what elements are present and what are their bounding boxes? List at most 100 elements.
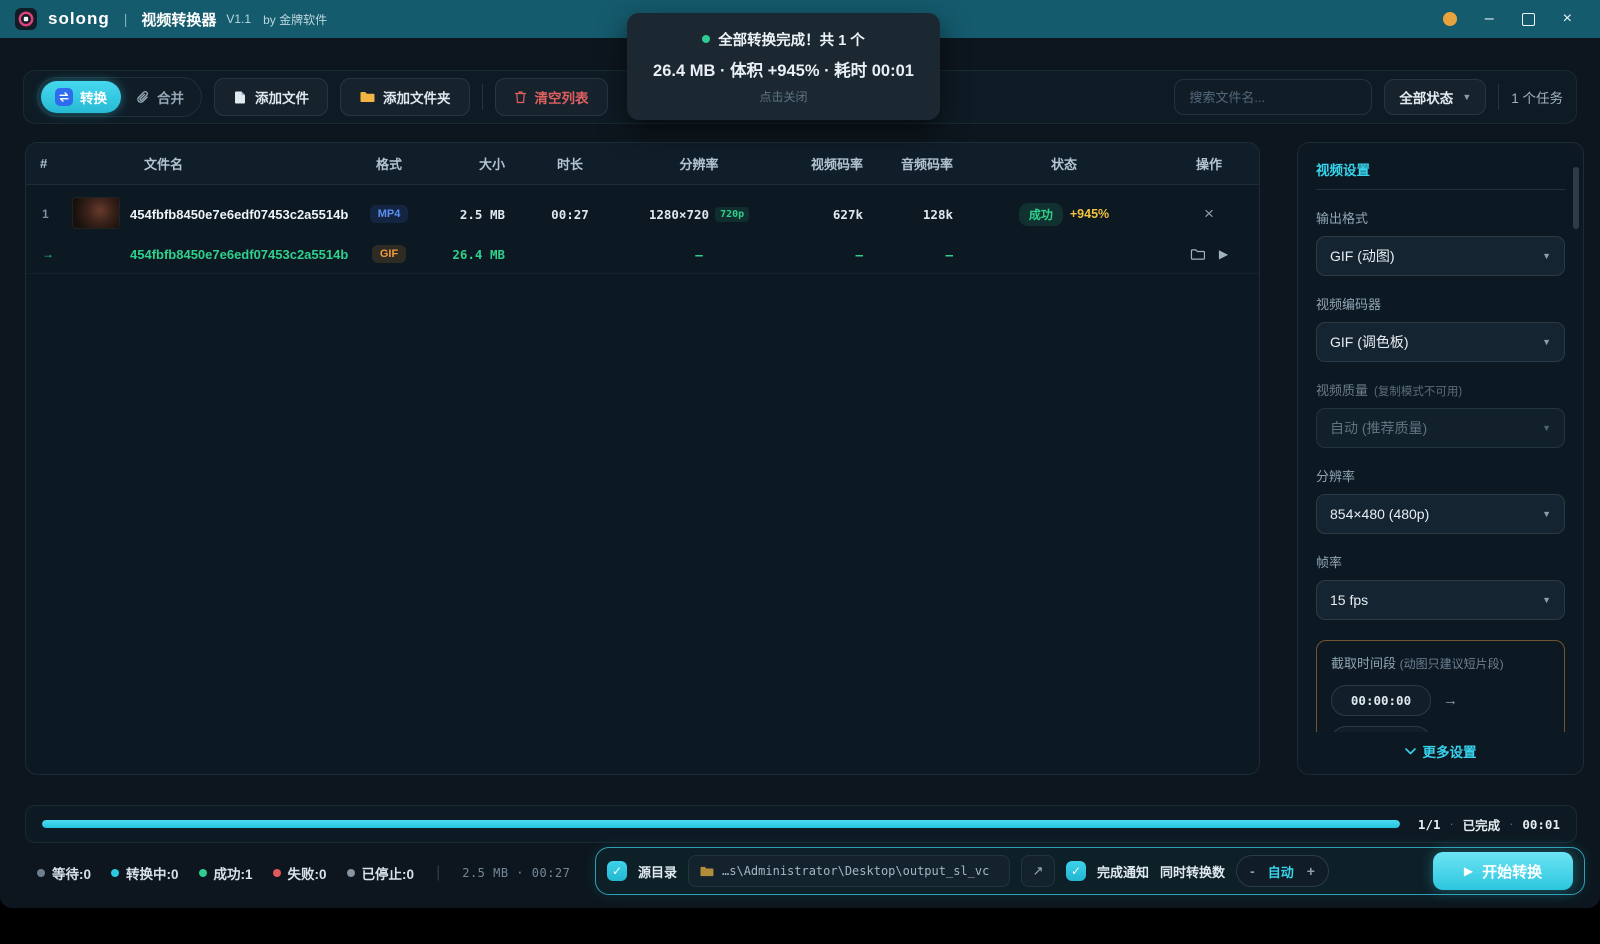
- encoder-select[interactable]: GIF (调色板) ▼: [1316, 322, 1565, 362]
- quality-select: 自动 (推荐质量) ▼: [1316, 408, 1565, 448]
- format-badge-gif: GIF: [372, 245, 406, 263]
- col-video-bitrate: 视频码率: [779, 154, 879, 173]
- status-counters: 等待:0 转换中:0 成功:1 失败:0 已停止:0 | 2.5 MB · 00…: [37, 850, 570, 896]
- col-status: 状态: [969, 154, 1159, 173]
- open-output-dir-button[interactable]: ↗: [1021, 855, 1055, 887]
- quality-label: 视频质量(复制模式不可用): [1316, 380, 1565, 399]
- encoder-label: 视频编码器: [1316, 294, 1565, 313]
- counter-waiting: 等待:0: [37, 863, 91, 883]
- notify-label: 完成通知: [1097, 862, 1149, 881]
- close-icon[interactable]: ×: [1563, 11, 1572, 27]
- progress-fraction: 1/1: [1418, 817, 1441, 832]
- trim-start-input[interactable]: [1331, 685, 1431, 716]
- maximize-icon[interactable]: [1522, 13, 1535, 26]
- output-size: 26.4 MB: [429, 247, 521, 262]
- resolution-select[interactable]: 854×480 (480p) ▼: [1316, 494, 1565, 534]
- source-size: 2.5 MB: [429, 207, 521, 222]
- decrement-button[interactable]: -: [1250, 863, 1255, 879]
- start-convert-label: 开始转换: [1482, 861, 1542, 882]
- more-settings-label: 更多设置: [1423, 741, 1477, 761]
- external-link-icon: ↗: [1033, 863, 1044, 879]
- tab-merge[interactable]: 合并: [121, 81, 198, 113]
- framerate-select[interactable]: 15 fps ▼: [1316, 580, 1565, 620]
- folder-icon: [359, 90, 375, 104]
- clear-list-label: 清空列表: [535, 87, 589, 107]
- chevron-down-icon: [1405, 748, 1416, 755]
- search-input[interactable]: [1174, 79, 1372, 115]
- bottom-control-bar: ✓ 源目录 …s\Administrator\Desktop\output_sl…: [595, 847, 1585, 895]
- col-audio-bitrate: 音频码率: [879, 154, 969, 173]
- progress-panel: 1/1 · 已完成 · 00:01: [25, 805, 1577, 843]
- toast-dismiss-hint: 点击关闭: [759, 88, 807, 105]
- source-audio-bitrate: 128k: [879, 207, 969, 222]
- success-dot-icon: [702, 35, 710, 43]
- progress-time: 00:01: [1522, 817, 1560, 832]
- add-files-button[interactable]: 添加文件: [214, 78, 328, 116]
- source-duration: 00:27: [521, 207, 619, 222]
- video-settings-panel: 视频设置 输出格式 GIF (动图) ▼ 视频编码器 GIF (调色板) ▼ 视…: [1297, 142, 1584, 775]
- source-filename: 454fbfb8450e7e6edf07453c2a5514bb_ra...: [130, 207, 349, 222]
- sidebar-scrollbar-thumb[interactable]: [1573, 167, 1579, 229]
- framerate-label: 帧率: [1316, 552, 1565, 571]
- converting-dot-icon: [111, 869, 119, 877]
- dot-separator: ·: [1450, 817, 1454, 831]
- notify-checkbox[interactable]: ✓: [1066, 861, 1086, 881]
- progress-bar: [42, 820, 1400, 828]
- increment-button[interactable]: +: [1307, 863, 1315, 879]
- encoder-value: GIF (调色板): [1330, 332, 1409, 352]
- minimize-icon[interactable]: –: [1485, 11, 1494, 27]
- toast-detail: 26.4 MB · 体积 +945% · 耗时 00:01: [653, 57, 914, 81]
- chevron-down-icon: ▼: [1542, 251, 1551, 261]
- col-format: 格式: [349, 154, 429, 173]
- arrow-right-icon: →: [1443, 692, 1458, 709]
- remove-row-icon[interactable]: ×: [1204, 204, 1214, 224]
- title-separator: |: [124, 11, 128, 27]
- trim-hint: (动图只建议短片段): [1400, 657, 1504, 671]
- add-files-label: 添加文件: [255, 87, 309, 107]
- table-row[interactable]: 1 454fbfb8450e7e6edf07453c2a5514bb_ra...…: [26, 185, 1259, 274]
- status-divider: |: [436, 864, 440, 882]
- output-audio-bitrate: –: [879, 247, 969, 262]
- output-file-line: → 454fbfb8450e7e6edf07453c2a5514bb_raw..…: [26, 239, 1259, 273]
- quality-value: 自动 (推荐质量): [1330, 418, 1427, 438]
- col-index: #: [26, 156, 72, 171]
- table-header-row: # 文件名 格式 大小 时长 分辨率 视频码率 音频码率 状态 操作: [26, 143, 1259, 185]
- app-name: solong: [48, 9, 110, 29]
- add-folder-button[interactable]: 添加文件夹: [340, 78, 470, 116]
- resolution-label: 分辨率: [1316, 466, 1565, 485]
- clear-list-button[interactable]: 清空列表: [495, 78, 608, 116]
- output-path-input[interactable]: …s\Administrator\Desktop\output_sl_vc: [688, 855, 1010, 887]
- task-count: 1 个任务: [1511, 87, 1563, 107]
- source-dir-checkbox[interactable]: ✓: [607, 861, 627, 881]
- totals-summary: 2.5 MB · 00:27: [462, 866, 570, 880]
- tab-convert[interactable]: 转换: [41, 81, 121, 113]
- concurrency-stepper: - 自动 +: [1236, 855, 1329, 887]
- tab-merge-label: 合并: [157, 87, 184, 107]
- size-change: +945%: [1070, 207, 1109, 221]
- quality-hint: (复制模式不可用): [1374, 386, 1462, 398]
- app-byline: by 金牌软件: [263, 11, 327, 28]
- dot-separator: ·: [1509, 817, 1513, 831]
- concurrency-label: 同时转换数: [1160, 862, 1225, 881]
- open-folder-icon[interactable]: [1190, 248, 1205, 261]
- video-thumbnail: [72, 197, 120, 229]
- app-window: solong | 视频转换器 V1.1 by 金牌软件 – × 全部转换完成！共…: [0, 0, 1600, 908]
- status-filter-dropdown[interactable]: 全部状态 ▼: [1384, 79, 1486, 115]
- source-resolution: 1280×720: [649, 207, 709, 222]
- app-title: 视频转换器: [141, 9, 216, 30]
- toast-notification[interactable]: 全部转换完成！共 1 个 26.4 MB · 体积 +945% · 耗时 00:…: [627, 13, 940, 120]
- format-badge-mp4: MP4: [370, 205, 409, 223]
- status-badge: 成功: [1019, 203, 1063, 226]
- more-settings-link[interactable]: 更多设置: [1298, 732, 1583, 774]
- theme-toggle-icon[interactable]: [1443, 12, 1457, 26]
- output-format-select[interactable]: GIF (动图) ▼: [1316, 236, 1565, 276]
- output-filename: 454fbfb8450e7e6edf07453c2a5514bb_raw....: [130, 247, 349, 262]
- play-file-icon[interactable]: ▶: [1219, 247, 1228, 261]
- add-folder-label: 添加文件夹: [383, 87, 451, 107]
- play-icon: ▶: [1464, 864, 1473, 878]
- output-arrow-icon: →: [26, 247, 72, 261]
- col-resolution: 分辨率: [619, 154, 779, 173]
- start-convert-button[interactable]: ▶ 开始转换: [1433, 852, 1573, 890]
- success-dot-icon: [199, 869, 207, 877]
- framerate-value: 15 fps: [1330, 592, 1368, 608]
